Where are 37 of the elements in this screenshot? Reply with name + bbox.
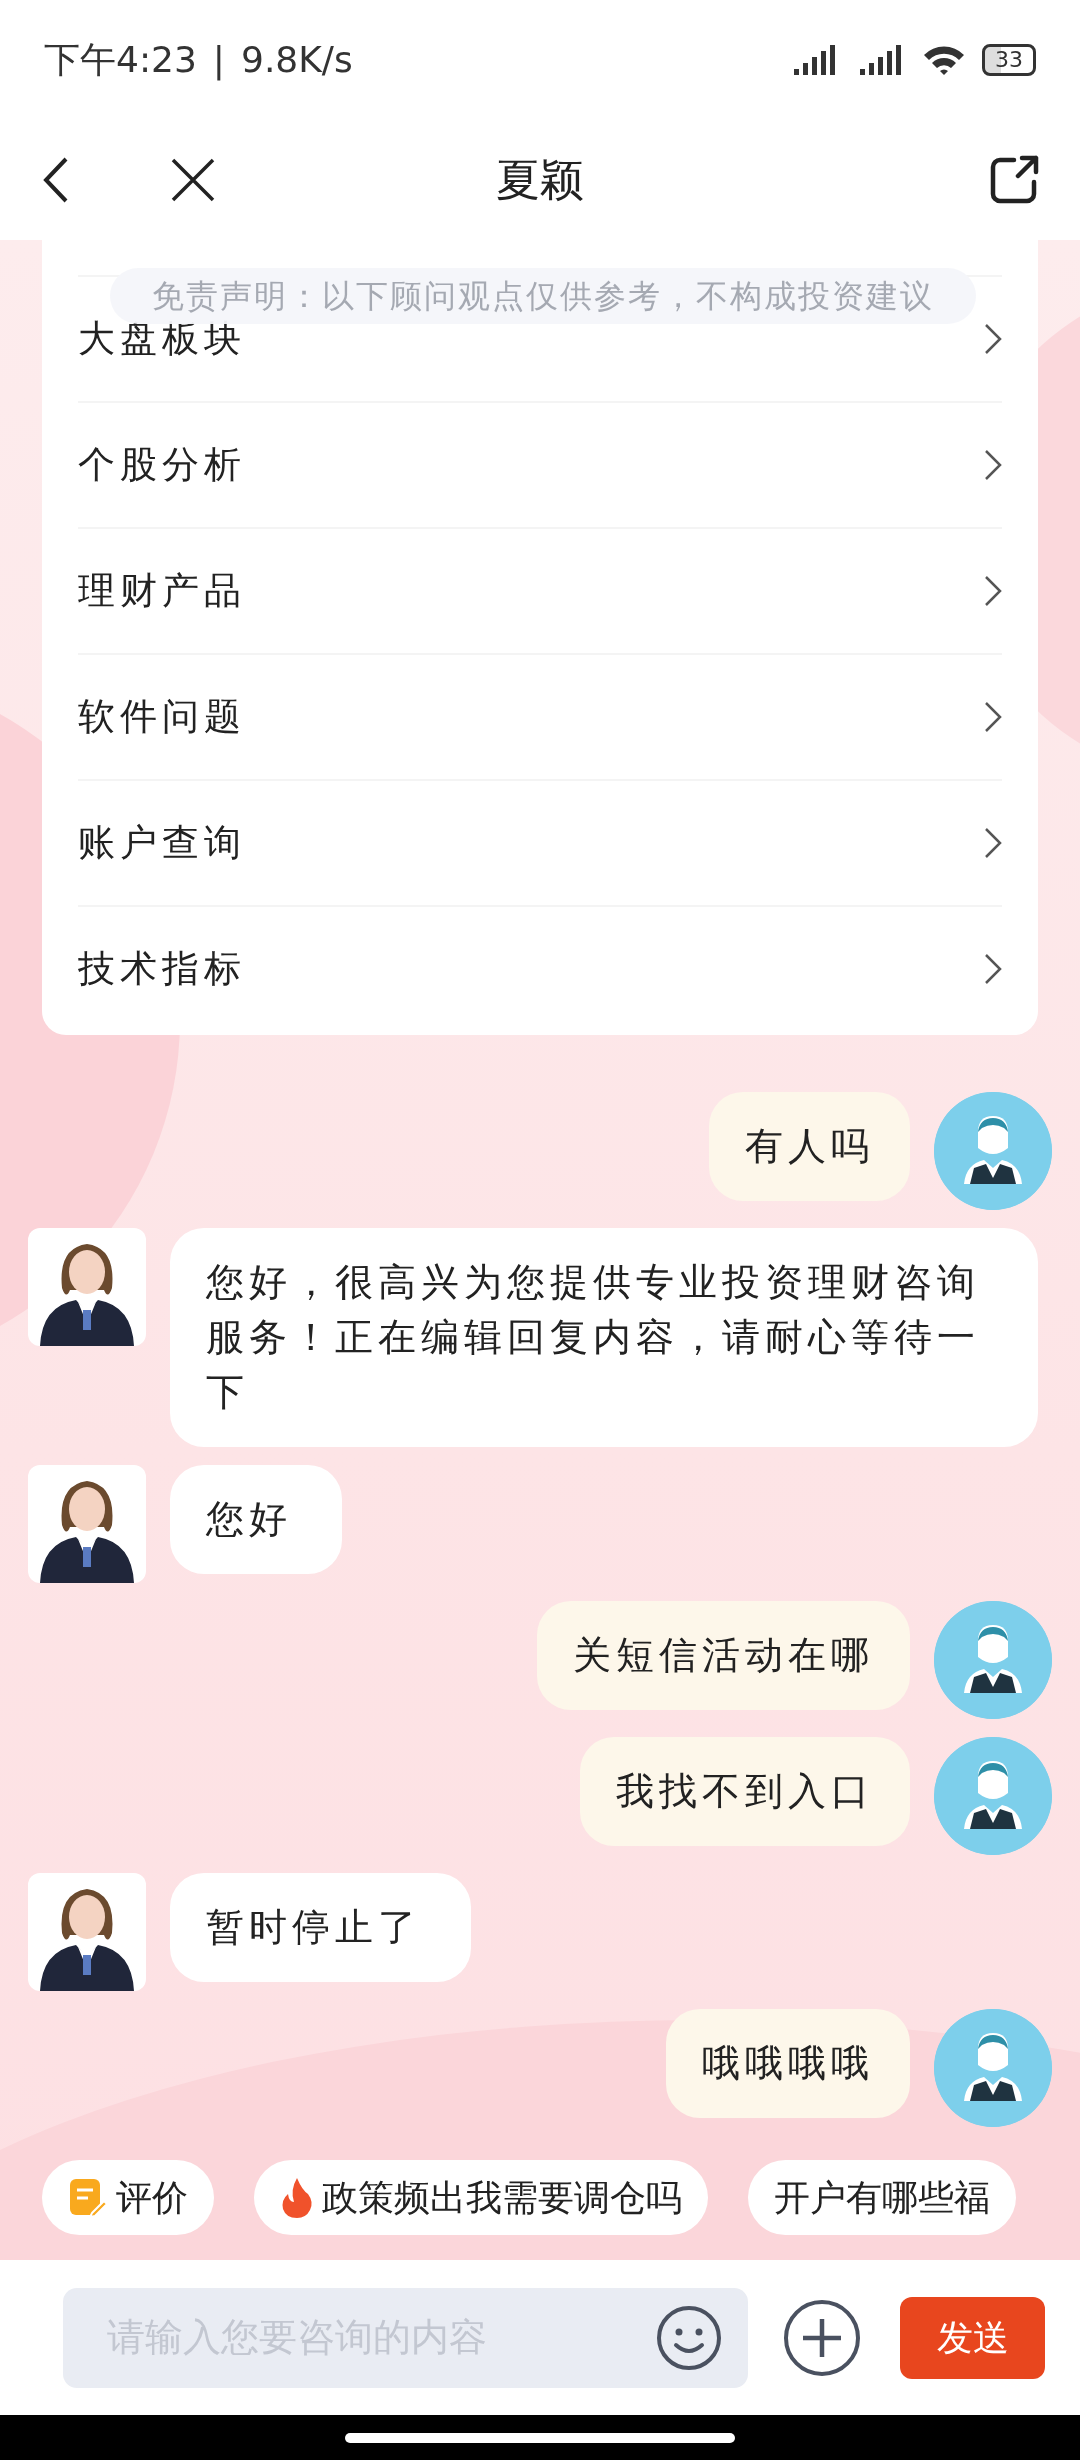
message-bubble: 您好 bbox=[170, 1465, 342, 1574]
home-indicator[interactable] bbox=[345, 2432, 735, 2443]
message-bubble: 哦哦哦哦 bbox=[666, 2009, 910, 2118]
chevron-right-icon bbox=[984, 323, 1002, 355]
quick-reply-chip[interactable]: 开户有哪些福 bbox=[748, 2160, 1016, 2235]
message-bubble: 暂时停止了 bbox=[170, 1873, 471, 1982]
quick-reply-chip[interactable]: 政策频出我需要调仓吗 bbox=[254, 2160, 708, 2235]
battery-level: 33 bbox=[982, 44, 1036, 76]
status-time: 下午4:23 bbox=[44, 38, 197, 82]
chevron-right-icon bbox=[984, 701, 1002, 733]
menu-item[interactable]: 个股分析 bbox=[78, 401, 1002, 527]
disclaimer-toast: 免责声明：以下顾问观点仅供参考，不构成投资建议 bbox=[110, 268, 976, 324]
chevron-right-icon bbox=[984, 953, 1002, 985]
message-bubble: 您好，很高兴为您提供专业投资理财咨询服务！正在编辑回复内容，请耐心等待一下 bbox=[170, 1228, 1038, 1447]
send-button[interactable]: 发送 bbox=[900, 2296, 1045, 2379]
share-icon[interactable] bbox=[988, 154, 1040, 206]
avatar-icon bbox=[934, 1601, 1052, 1719]
note-icon bbox=[68, 2176, 108, 2219]
chevron-right-icon bbox=[984, 827, 1002, 859]
emoji-icon[interactable] bbox=[656, 2304, 722, 2371]
message-bubble: 我找不到入口 bbox=[580, 1737, 910, 1846]
message-bubble: 关短信活动在哪 bbox=[537, 1601, 910, 1710]
menu-item[interactable]: 理财产品 bbox=[78, 527, 1002, 653]
avatar-icon bbox=[934, 1092, 1052, 1210]
avatar-icon bbox=[934, 1737, 1052, 1855]
menu-item[interactable]: 软件问题 bbox=[78, 653, 1002, 779]
network-speed: 9.8K/s bbox=[241, 38, 353, 82]
quick-reply-chip[interactable]: 评价 bbox=[42, 2160, 214, 2235]
message-bubble: 有人吗 bbox=[709, 1092, 910, 1201]
menu-item[interactable]: 账户查询 bbox=[78, 779, 1002, 905]
menu-item[interactable]: 技术指标 bbox=[78, 905, 1002, 1031]
chevron-right-icon bbox=[984, 449, 1002, 481]
plus-icon[interactable] bbox=[783, 2298, 861, 2377]
chevron-right-icon bbox=[984, 575, 1002, 607]
status-divider: | bbox=[212, 38, 225, 83]
chat-title: 夏颖 bbox=[496, 153, 584, 207]
close-icon[interactable] bbox=[170, 157, 216, 203]
